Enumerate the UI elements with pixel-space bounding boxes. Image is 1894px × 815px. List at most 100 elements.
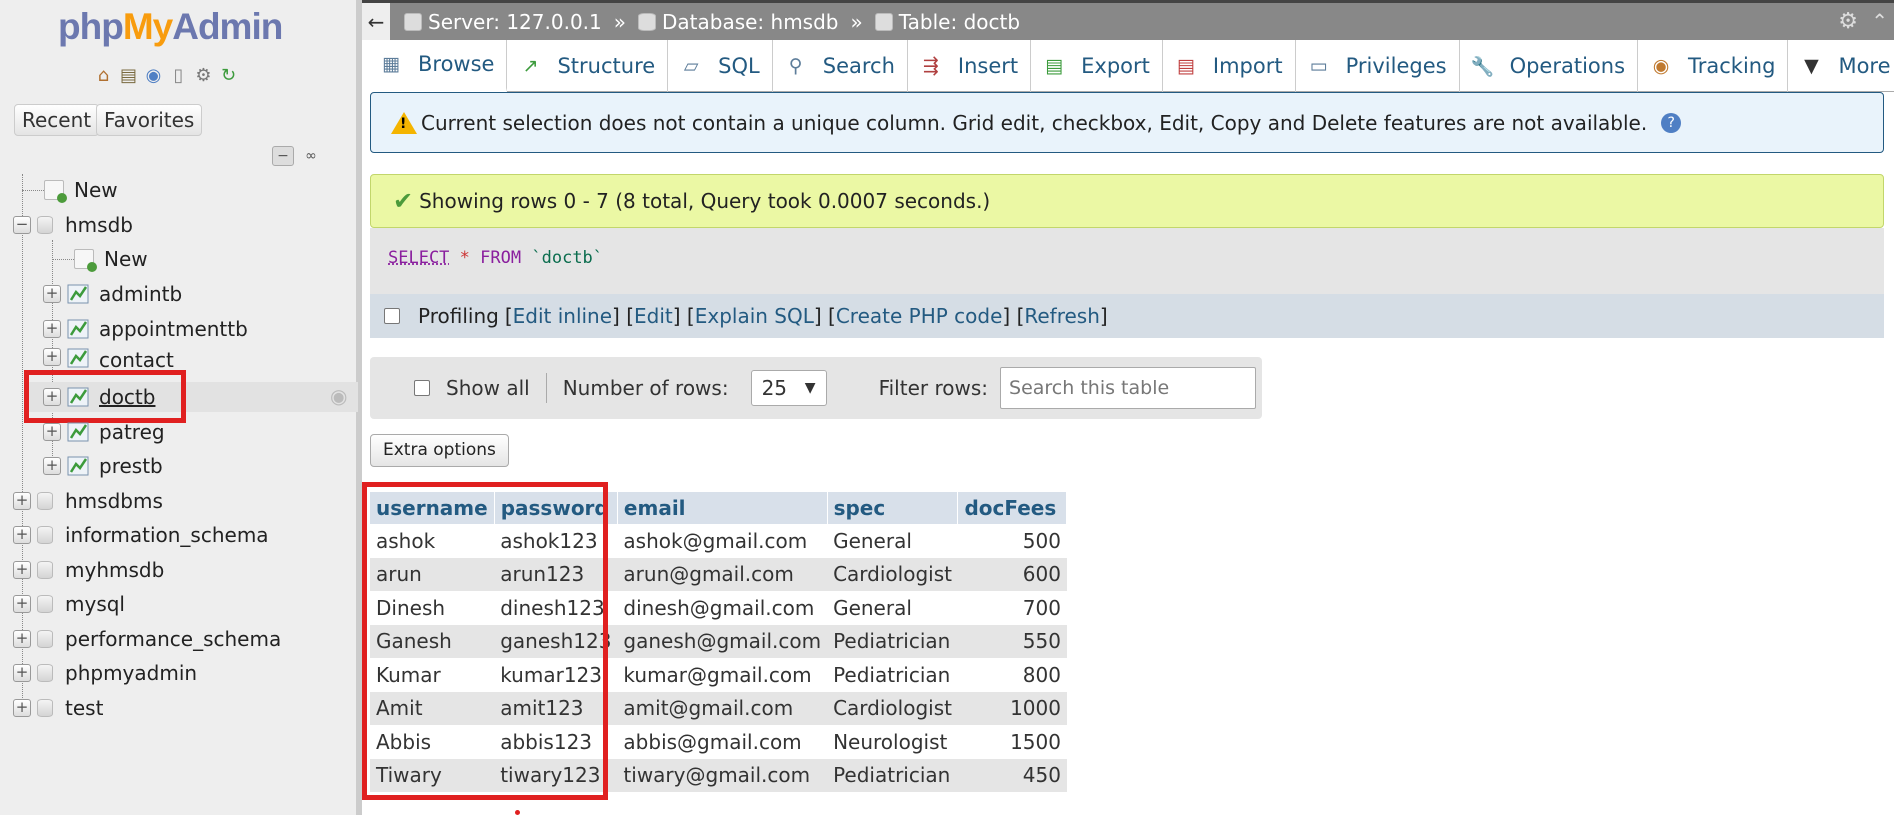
tree-new-database[interactable]: New [44,175,118,205]
extra-options-button[interactable]: Extra options [370,434,509,467]
tab-more[interactable]: ▼ More [1788,40,1894,92]
breadcrumb-server[interactable]: Server: 127.0.0.1 [404,10,602,34]
expand-icon[interactable]: + [13,492,31,510]
home-icon[interactable]: ⌂ [92,64,115,87]
tree-db-hmsdbms[interactable]: + hmsdbms [13,486,163,516]
quick-icons: ⌂ ▤ ◉ ▯ ⚙ ↻ [92,64,240,87]
cell[interactable]: Cardiologist [827,691,958,725]
settings-gear-icon[interactable]: ⚙ [1838,9,1858,34]
cell[interactable]: kumar@gmail.com [617,658,828,692]
back-arrow-icon[interactable]: ← [362,3,390,40]
cell[interactable]: 700 [957,591,1067,625]
expand-icon[interactable]: + [13,561,31,579]
sql-keyword-select[interactable]: SELECT [388,248,449,268]
tree-db-hmsdb[interactable]: − hmsdb [13,210,133,240]
reload-icon[interactable]: ↻ [217,64,240,87]
cell[interactable]: Cardiologist [827,557,958,591]
expand-icon[interactable]: + [13,699,31,717]
help-icon[interactable]: ◉ [142,64,165,87]
cell[interactable]: Pediatrician [827,624,958,658]
tree-db-mysql[interactable]: + mysql [13,589,125,619]
edit-inline-link[interactable]: Edit inline [513,304,612,328]
breadcrumb-database[interactable]: Database: hmsdb [638,10,839,34]
favorites-tab[interactable]: Favorites [96,104,203,136]
new-icon [44,180,67,203]
cell[interactable]: amit@gmail.com [617,691,828,725]
settings-gear-icon[interactable]: ⚙ [192,64,215,87]
tab-privileges[interactable]: ▭ Privileges [1296,40,1460,92]
tab-import[interactable]: ▤ Import [1163,40,1296,92]
tab-sql[interactable]: ▱ SQL [668,40,773,92]
column-header-spec[interactable]: spec [827,492,959,524]
cell[interactable]: arun@gmail.com [617,557,828,591]
tree-table-admintb[interactable]: + admintb [43,279,182,309]
tree-table-appointmenttb[interactable]: + appointmenttb [43,314,248,344]
tree-table-patreg[interactable]: + patreg [43,417,165,447]
cell[interactable]: ashok@gmail.com [617,524,828,558]
cell[interactable]: 1000 [957,691,1067,725]
number-of-rows-select[interactable]: 25 ▼ [750,370,827,406]
tab-tracking[interactable]: ◉ Tracking [1638,40,1789,92]
tree-new-table[interactable]: New [74,244,148,274]
breadcrumb-table[interactable]: Table: doctb [874,10,1020,34]
tree-db-myhmsdb[interactable]: + myhmsdb [13,555,164,585]
chevron-down-icon: ▼ [804,380,816,396]
filter-rows-input[interactable]: Search this table [1000,367,1257,409]
help-icon[interactable]: ? [1661,112,1682,133]
profiling-checkbox[interactable] [384,308,400,324]
expand-icon[interactable]: + [13,630,31,648]
link-with-main-icon[interactable]: ∞ [300,146,322,166]
tree-db-information-schema[interactable]: + information_schema [13,520,269,550]
cell[interactable]: 500 [957,524,1067,558]
tree-db-phpmyadmin[interactable]: + phpmyadmin [13,658,197,688]
expand-icon[interactable]: + [13,664,31,682]
edit-link[interactable]: Edit [634,304,673,328]
tree-table-contact[interactable]: + contact [43,348,174,370]
cell[interactable]: Pediatrician [827,758,958,792]
expand-icon[interactable]: + [13,595,31,613]
cell[interactable]: General [827,591,958,625]
cell[interactable]: 550 [957,624,1067,658]
column-header-email[interactable]: email [617,492,828,524]
tab-export[interactable]: ▤ Export [1031,40,1163,92]
tab-browse[interactable]: ▦ Browse [368,40,508,92]
expand-icon[interactable]: + [43,348,61,366]
cell[interactable]: dinesh@gmail.com [617,591,828,625]
column-header-docfees[interactable]: docFees [957,492,1068,524]
cell[interactable]: abbis@gmail.com [617,725,828,759]
cell[interactable]: Pediatrician [827,658,958,692]
cell[interactable]: General [827,524,958,558]
tab-search[interactable]: ⚲ Search [773,40,908,92]
expand-icon[interactable]: + [43,320,61,338]
tab-structure[interactable]: ↗ Structure [507,40,669,92]
docs-icon[interactable]: ▯ [167,64,190,87]
tree-table-prestb[interactable]: + prestb [43,451,163,481]
expand-icon[interactable]: + [43,457,61,475]
tree-db-performance-schema[interactable]: + performance_schema [13,624,281,654]
logout-icon[interactable]: ▤ [117,64,140,87]
cell[interactable]: 800 [957,658,1067,692]
tab-insert[interactable]: ⇶ Insert [908,40,1032,92]
create-php-code-link[interactable]: Create PHP code [836,304,1003,328]
breadcrumb-bar: ← Server: 127.0.0.1 » Database: hmsdb » … [362,0,1894,40]
explain-sql-link[interactable]: Explain SQL [695,304,814,328]
tab-operations[interactable]: 🔧 Operations [1460,40,1639,92]
recent-tab[interactable]: Recent [14,104,100,136]
cell[interactable]: 450 [957,758,1067,792]
collapse-all-icon[interactable]: − [272,146,294,166]
show-all-checkbox[interactable] [414,380,430,396]
cell[interactable]: tiwary@gmail.com [617,758,828,792]
cell[interactable]: Neurologist [827,725,958,759]
refresh-link[interactable]: Refresh [1024,304,1100,328]
cell[interactable]: 600 [957,557,1067,591]
expand-icon[interactable]: + [43,285,61,303]
collapse-topbar-icon[interactable]: ⌃ [1871,9,1888,33]
cell[interactable]: ganesh@gmail.com [617,624,828,658]
hide-eye-icon[interactable]: ◉ [330,384,347,408]
phpmyadmin-logo[interactable]: phpMyAdmin [58,6,283,48]
tree-db-test[interactable]: + test [13,693,103,723]
expand-icon[interactable]: + [43,423,61,441]
cell[interactable]: 1500 [957,725,1067,759]
collapse-icon[interactable]: − [13,216,31,234]
expand-icon[interactable]: + [13,526,31,544]
